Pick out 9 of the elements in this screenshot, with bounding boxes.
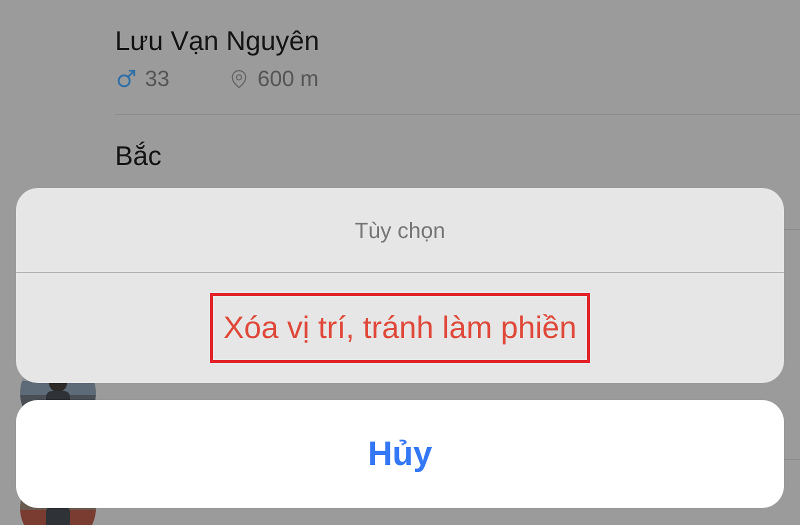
location-pin-icon <box>229 68 250 90</box>
cancel-button[interactable]: Hủy <box>16 400 784 508</box>
contact-name: Lưu Vạn Nguyên <box>115 25 320 58</box>
male-icon <box>115 68 137 90</box>
age-text: 33 <box>145 65 170 93</box>
remove-location-button[interactable]: Xóa vị trí, tránh làm phiền <box>210 293 590 363</box>
distance-text: 600 m <box>257 65 319 93</box>
sheet-title: Tùy chọn <box>354 216 446 245</box>
contact-name: Bắc <box>115 140 162 173</box>
